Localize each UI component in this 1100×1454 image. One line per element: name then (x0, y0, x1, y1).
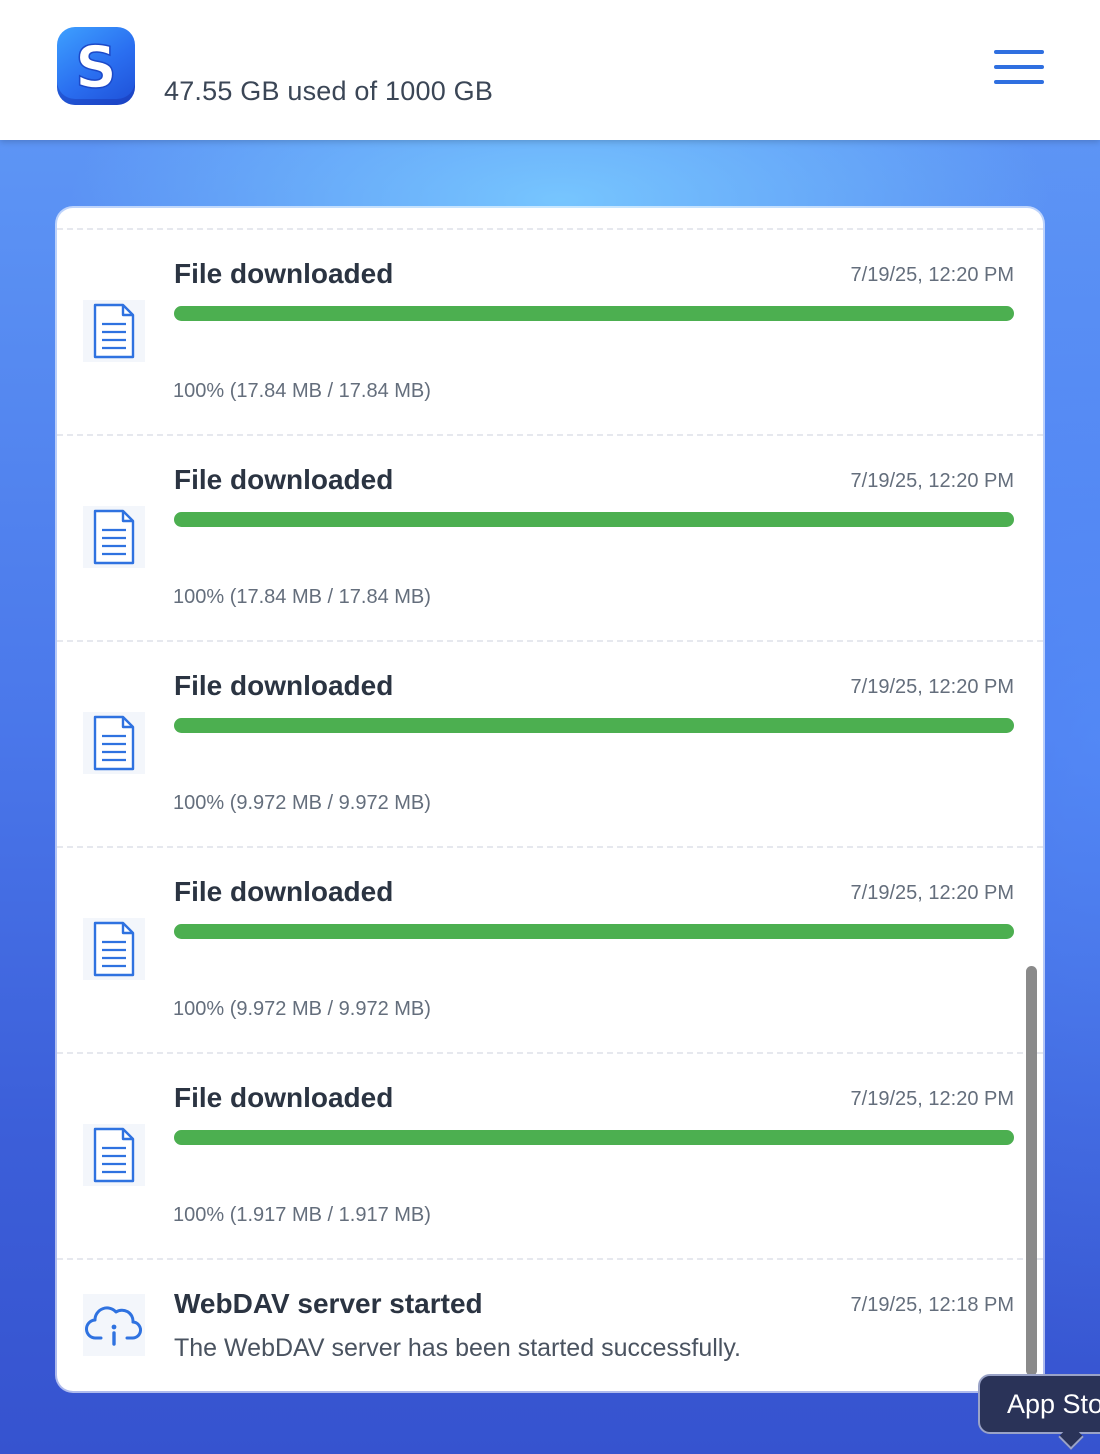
menu-button[interactable] (994, 50, 1046, 88)
progress-bar (174, 718, 1014, 733)
activity-title: File downloaded (174, 876, 394, 907)
activity-item-server[interactable]: WebDAV server started 7/19/25, 12:18 PM Th… (57, 1258, 1043, 1391)
activity-timestamp: 7/19/25, 12:20 PM (850, 264, 1014, 286)
progress-text: 100% (1.917 MB / 1.917 MB) (173, 1204, 431, 1226)
activity-timestamp: 7/19/25, 12:20 PM (850, 676, 1014, 698)
progress-bar (174, 1130, 1014, 1145)
document-icon (83, 1124, 145, 1186)
document-icon (83, 506, 145, 568)
document-icon (83, 712, 145, 774)
activity-list: File downloaded 7/19/25, 12:20 PM 100% (17… (57, 228, 1043, 1391)
progress-bar-fill (174, 1130, 1014, 1145)
app-window: S 47.55 GB used of 1000 GB File download… (0, 0, 1100, 1454)
document-icon (83, 300, 145, 362)
activity-item-download[interactable]: File downloaded 7/19/25, 12:20 PM 100% (1.… (57, 1052, 1043, 1258)
activity-panel: File downloaded 7/19/25, 12:20 PM 100% (17… (57, 208, 1043, 1391)
header-bar: S 47.55 GB used of 1000 GB (0, 0, 1100, 140)
progress-text: 100% (9.972 MB / 9.972 MB) (173, 998, 431, 1020)
progress-bar-fill (174, 718, 1014, 733)
app-store-tooltip: App Store (978, 1374, 1100, 1434)
svg-text:S: S (75, 33, 117, 101)
activity-timestamp: 7/19/25, 12:20 PM (850, 882, 1014, 904)
activity-item-download[interactable]: File downloaded 7/19/25, 12:20 PM 100% (17… (57, 434, 1043, 640)
progress-bar-fill (174, 512, 1014, 527)
activity-title: WebDAV server started (174, 1288, 483, 1319)
document-icon (83, 918, 145, 980)
tooltip-text: App Store (1007, 1389, 1100, 1419)
activity-item-download[interactable]: File downloaded 7/19/25, 12:20 PM 100% (9.… (57, 846, 1043, 1052)
activity-timestamp: 7/19/25, 12:20 PM (850, 1088, 1014, 1110)
activity-item-download[interactable]: File downloaded 7/19/25, 12:20 PM 100% (17… (57, 228, 1043, 434)
progress-text: 100% (9.972 MB / 9.972 MB) (173, 792, 431, 814)
activity-item-download[interactable]: File downloaded 7/19/25, 12:20 PM 100% (9.… (57, 640, 1043, 846)
scrollbar-thumb[interactable] (1026, 966, 1037, 1376)
activity-description: The WebDAV server has been started succe… (174, 1334, 741, 1362)
progress-bar (174, 512, 1014, 527)
progress-text: 100% (17.84 MB / 17.84 MB) (173, 586, 431, 608)
app-logo[interactable]: S (57, 27, 135, 105)
cloud-info-icon (83, 1294, 145, 1356)
activity-title: File downloaded (174, 258, 394, 289)
activity-timestamp: 7/19/25, 12:20 PM (850, 470, 1014, 492)
hamburger-menu-icon (994, 50, 1044, 54)
activity-timestamp: 7/19/25, 12:18 PM (850, 1294, 1014, 1316)
activity-title: File downloaded (174, 1082, 394, 1113)
storage-usage-text: 47.55 GB used of 1000 GB (164, 76, 494, 106)
progress-bar-fill (174, 924, 1014, 939)
activity-title: File downloaded (174, 464, 394, 495)
logo-s-icon: S (74, 32, 117, 102)
progress-bar (174, 924, 1014, 939)
progress-bar-fill (174, 306, 1014, 321)
progress-bar (174, 306, 1014, 321)
progress-text: 100% (17.84 MB / 17.84 MB) (173, 380, 431, 402)
activity-title: File downloaded (174, 670, 394, 701)
